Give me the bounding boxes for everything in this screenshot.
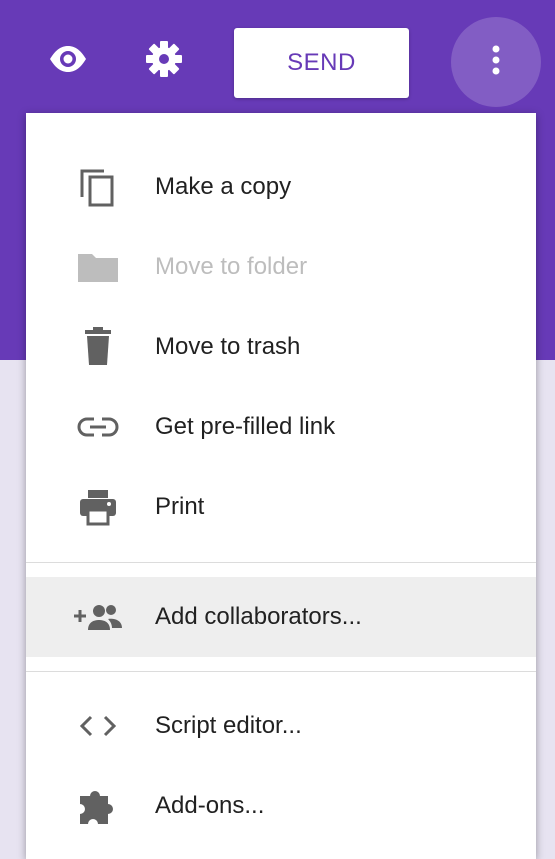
- menu-item-get-pre-filled-link[interactable]: Get pre-filled link: [26, 387, 536, 467]
- menu-item-make-a-copy[interactable]: Make a copy: [26, 147, 536, 227]
- add-people-icon: [68, 595, 128, 639]
- preview-button[interactable]: [47, 40, 89, 82]
- menu-item-label: Move to trash: [155, 333, 301, 360]
- trash-icon: [68, 325, 128, 369]
- link-icon: [68, 405, 128, 449]
- menu-item-label: Move to folder: [155, 253, 308, 280]
- print-icon: [68, 485, 128, 529]
- eye-icon: [48, 44, 88, 79]
- menu-item-add-collaborators[interactable]: Add collaborators...: [26, 577, 536, 657]
- menu-item-label: Make a copy: [155, 173, 292, 200]
- gear-icon: [145, 40, 183, 83]
- settings-button[interactable]: [143, 40, 185, 82]
- code-icon: [68, 704, 128, 748]
- menu-item-print[interactable]: Print: [26, 467, 536, 547]
- menu-divider: [26, 671, 536, 672]
- menu-divider: [26, 562, 536, 563]
- send-button[interactable]: SEND: [234, 28, 409, 98]
- more-vert-icon: [491, 44, 501, 81]
- menu-item-script-editor[interactable]: Script editor...: [26, 686, 536, 766]
- puzzle-icon: [68, 784, 128, 828]
- menu-item-move-to-folder: Move to folder: [26, 227, 536, 307]
- menu-item-label: Script editor...: [155, 712, 302, 739]
- more-options-button[interactable]: [451, 17, 541, 107]
- folder-icon: [68, 245, 128, 289]
- menu-item-add-ons[interactable]: Add-ons...: [26, 766, 536, 846]
- menu-item-label: Add collaborators...: [155, 603, 362, 630]
- menu-item-move-to-trash[interactable]: Move to trash: [26, 307, 536, 387]
- menu-item-label: Get pre-filled link: [155, 413, 336, 440]
- more-options-menu: Make a copy Move to folder Move to trash: [26, 113, 536, 859]
- menu-item-label: Print: [155, 493, 205, 520]
- copy-icon: [68, 165, 128, 209]
- menu-item-label: Add-ons...: [155, 792, 265, 819]
